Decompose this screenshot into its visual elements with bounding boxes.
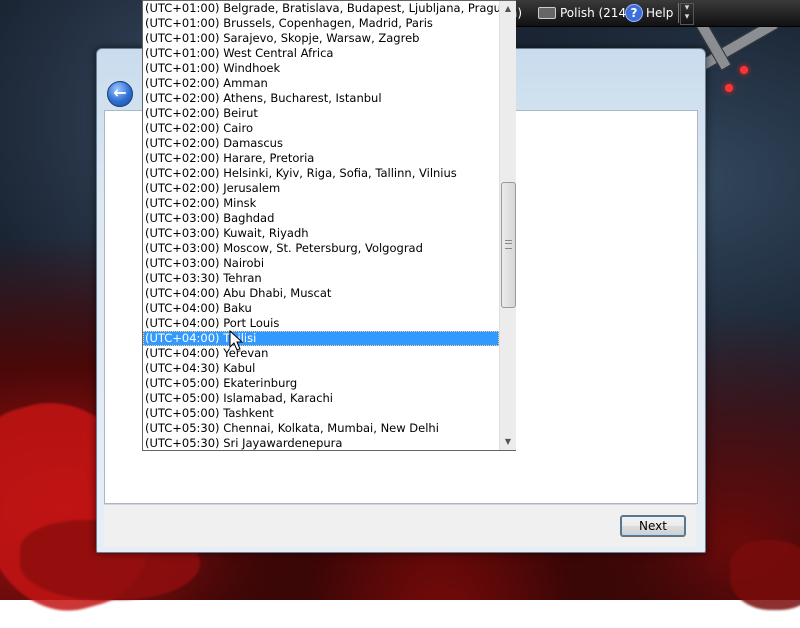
timezone-option[interactable]: (UTC+01:00) Brussels, Copenhagen, Madrid… [143,16,499,31]
timezone-option[interactable]: (UTC+02:00) Beirut [143,106,499,121]
language-bar: a) Polish (214) ? Help ▾ ▾ [500,0,800,27]
timezone-option[interactable]: (UTC+03:00) Nairobi [143,256,499,271]
timezone-option[interactable]: (UTC+05:30) Chennai, Kolkata, Mumbai, Ne… [143,421,499,436]
wallpaper-light [740,66,748,74]
help-icon: ? [625,4,643,22]
window-footer: Next [104,504,696,547]
timezone-option[interactable]: (UTC+03:00) Moscow, St. Petersburg, Volg… [143,241,499,256]
timezone-option[interactable]: (UTC+04:30) Kabul [143,361,499,376]
timezone-option[interactable]: (UTC+04:00) Port Louis [143,316,499,331]
language-selector[interactable]: Polish (214) [538,3,631,23]
scroll-down-arrow-icon[interactable]: ▼ [500,434,516,450]
timezone-option[interactable]: (UTC+04:00) Yerevan [143,346,499,361]
mouse-cursor-icon [229,330,244,351]
timezone-option[interactable]: (UTC+04:00) Abu Dhabi, Muscat [143,286,499,301]
vertical-scrollbar[interactable]: ▲ ▼ [499,1,516,450]
next-button[interactable]: Next [620,515,686,537]
language-label: Polish (214) [560,6,631,20]
timezone-option-selected[interactable]: (UTC+04:00) Tbilisi [143,331,499,346]
timezone-option[interactable]: (UTC+05:00) Tashkent [143,406,499,421]
back-button[interactable]: ← [107,81,133,107]
timezone-list: (UTC+01:00) Belgrade, Bratislava, Budape… [143,1,499,450]
timezone-option[interactable]: (UTC+02:00) Amman [143,76,499,91]
language-bar-options-button[interactable]: ▾ ▾ [680,3,694,25]
timezone-dropdown-list[interactable]: (UTC+01:00) Belgrade, Bratislava, Budape… [142,0,516,451]
back-arrow-icon: ← [113,83,127,102]
timezone-option[interactable]: (UTC+05:30) Sri Jayawardenepura [143,436,499,450]
scrollbar-thumb[interactable] [501,182,516,308]
timezone-option[interactable]: (UTC+01:00) Sarajevo, Skopje, Warsaw, Za… [143,31,499,46]
timezone-option[interactable]: (UTC+03:00) Baghdad [143,211,499,226]
timezone-option[interactable]: (UTC+01:00) West Central Africa [143,46,499,61]
timezone-option[interactable]: (UTC+04:00) Baku [143,301,499,316]
timezone-option[interactable]: (UTC+02:00) Damascus [143,136,499,151]
wallpaper-light [725,84,733,92]
language-bar-separator [678,3,679,23]
timezone-option[interactable]: (UTC+02:00) Jerusalem [143,181,499,196]
timezone-option[interactable]: (UTC+05:00) Ekaterinburg [143,376,499,391]
scrollbar-grip-icon [505,240,512,249]
scroll-up-arrow-icon[interactable]: ▲ [500,1,516,17]
timezone-option[interactable]: (UTC+02:00) Cairo [143,121,499,136]
timezone-option[interactable]: (UTC+03:00) Kuwait, Riyadh [143,226,499,241]
timezone-option[interactable]: (UTC+03:30) Tehran [143,271,499,286]
timezone-option[interactable]: (UTC+01:00) Belgrade, Bratislava, Budape… [143,1,499,16]
timezone-option[interactable]: (UTC+05:00) Islamabad, Karachi [143,391,499,406]
help-button[interactable]: ? Help [625,3,673,23]
timezone-option[interactable]: (UTC+02:00) Minsk [143,196,499,211]
timezone-option[interactable]: (UTC+02:00) Athens, Bucharest, Istanbul [143,91,499,106]
timezone-option[interactable]: (UTC+01:00) Windhoek [143,61,499,76]
help-label: Help [646,6,674,20]
timezone-option[interactable]: (UTC+02:00) Harare, Pretoria [143,151,499,166]
timezone-option[interactable]: (UTC+02:00) Helsinki, Kyiv, Riga, Sofia,… [143,166,499,181]
keyboard-icon [538,7,556,19]
